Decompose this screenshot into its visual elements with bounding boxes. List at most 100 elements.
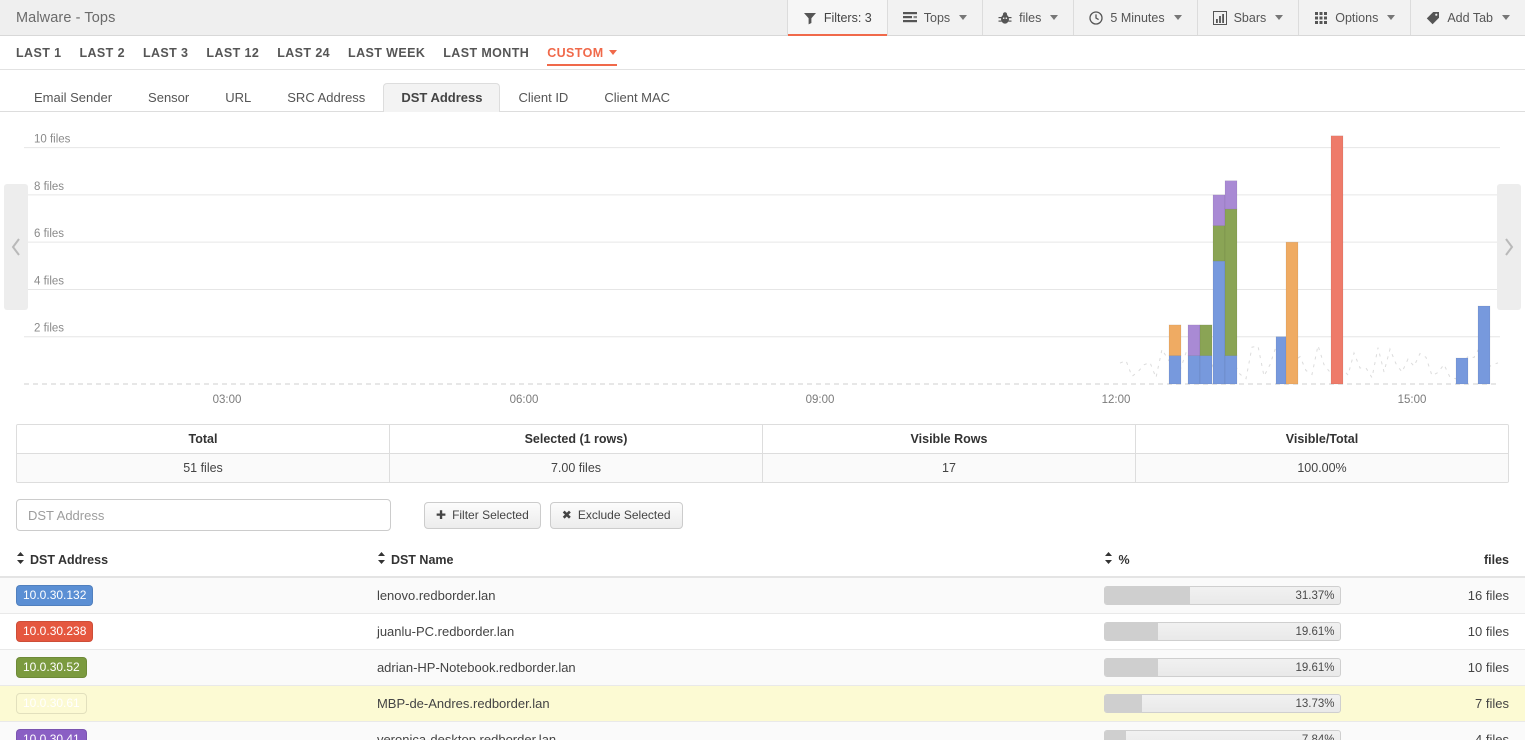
filter-selected-button[interactable]: ✚ Filter Selected [424, 501, 541, 529]
cell-dst-address: 10.0.30.238 [0, 613, 377, 650]
filter-icon [803, 11, 817, 25]
range-last-month[interactable]: LAST MONTH [434, 36, 538, 70]
chevron-down-icon [608, 50, 617, 55]
toolbar-tops-label: Tops [923, 10, 951, 25]
tab-dst-address[interactable]: DST Address [383, 83, 501, 112]
range-last-12[interactable]: LAST 12 [197, 36, 268, 70]
cell-dst-name: adrian-HP-Notebook.redborder.lan [376, 649, 1105, 686]
cell-dst-address: 10.0.30.132 [0, 577, 377, 614]
filter-button-group: ✚ Filter Selected ✖ Exclude Selected [424, 501, 683, 529]
cell-percent: 31.37% [1104, 577, 1384, 614]
range-label: LAST MONTH [443, 45, 530, 60]
tab-client-id[interactable]: Client ID [500, 83, 586, 112]
col-header-files[interactable]: files [1383, 547, 1525, 578]
toolbar-sbars-label: Sbars [1233, 10, 1267, 25]
address-badge[interactable]: 10.0.30.132 [16, 585, 94, 606]
col-header-dst-name[interactable]: DST Name [376, 547, 1105, 578]
cell-dst-name: juanlu-PC.redborder.lan [376, 613, 1105, 650]
toolbar-options-button[interactable]: Options [1298, 0, 1411, 35]
table-row[interactable]: 10.0.30.132 lenovo.redborder.lan 31.37% 16 … [0, 577, 1525, 614]
stat-selected-label: Selected (1 rows) [390, 425, 762, 454]
stat-visible-rows: Visible Rows 17 [762, 425, 1135, 482]
col-header-label: files [1483, 552, 1509, 567]
stat-selected-value: 7.00 files [390, 454, 762, 482]
tab-src-address[interactable]: SRC Address [269, 83, 383, 112]
toolbar-interval-button[interactable]: 5 Minutes [1073, 0, 1197, 35]
chevron-down-icon [1173, 15, 1182, 20]
sort-icon [16, 552, 25, 567]
sort-icon [1104, 552, 1113, 567]
chart-canvas: 2 files 4 files 6 files 8 files 10 files 03:0… [24, 134, 1500, 406]
address-badge[interactable]: 10.0.30.41 [16, 729, 87, 740]
tab-label: SRC Address [287, 90, 366, 105]
address-badge[interactable]: 10.0.30.238 [16, 621, 94, 642]
percent-bar: 13.73% [1104, 694, 1342, 713]
chart-next-button[interactable] [1497, 184, 1521, 310]
cell-files: 10 files [1383, 649, 1525, 686]
search-input[interactable] [16, 499, 391, 531]
time-range-selector: LAST 1 LAST 2 LAST 3 LAST 12 LAST 24 LAS… [0, 36, 1525, 70]
toolbar-files-button[interactable]: files [982, 0, 1074, 35]
chevron-down-icon [959, 15, 968, 20]
col-header-label: DST Address [30, 553, 109, 567]
toolbar-filters-button[interactable]: Filters: 3 [786, 0, 887, 36]
range-custom[interactable]: CUSTOM [538, 36, 625, 70]
chevron-down-icon [1275, 15, 1284, 20]
tab-label: Email Sender [34, 90, 113, 105]
cell-dst-name: lenovo.redborder.lan [376, 577, 1105, 614]
table-row[interactable]: 10.0.30.41 veronica-desktop.redborder.lan… [0, 721, 1525, 740]
cell-percent: 19.61% [1104, 613, 1384, 650]
sort-icon [377, 552, 386, 567]
range-last-1[interactable]: LAST 1 [16, 36, 70, 70]
tab-sensor[interactable]: Sensor [130, 83, 207, 112]
entity-tabs: Email Sender Sensor URL SRC Address DST … [0, 70, 1525, 112]
toolbar-add-tab-label: Add Tab [1447, 10, 1493, 25]
toolbar-button-group: Filters: 3 Tops files 5 Minutes Sbars Op… [786, 0, 1525, 36]
range-label: LAST 3 [142, 45, 189, 60]
address-badge[interactable]: 10.0.30.52 [16, 657, 87, 678]
stat-visible-total-label: Visible/Total [1136, 425, 1508, 454]
stat-selected: Selected (1 rows) 7.00 files [389, 425, 762, 482]
tab-url[interactable]: URL [207, 83, 269, 112]
tab-client-mac[interactable]: Client MAC [586, 83, 688, 112]
cell-dst-address: 10.0.30.52 [0, 649, 377, 686]
cell-percent: 13.73% [1104, 685, 1384, 722]
range-label: LAST 2 [79, 45, 125, 60]
range-last-3[interactable]: LAST 3 [134, 36, 197, 70]
percent-bar-fill [1105, 659, 1158, 676]
tab-label: DST Address [401, 90, 483, 105]
range-last-2[interactable]: LAST 2 [70, 36, 133, 70]
col-header-percent[interactable]: % [1104, 547, 1384, 578]
svg-text:06:00: 06:00 [510, 394, 539, 406]
svg-text:15:00: 15:00 [1398, 394, 1427, 406]
toolbar-sbars-button[interactable]: Sbars [1196, 0, 1299, 35]
timeline-chart[interactable]: 2 files 4 files 6 files 8 files 10 files 03:0… [0, 112, 1525, 408]
percent-bar: 19.61% [1104, 622, 1342, 641]
table-header: DST Address DST Name % files [0, 547, 1525, 578]
range-label: LAST 24 [277, 45, 331, 60]
col-header-label: % [1118, 553, 1130, 567]
table-row[interactable]: 10.0.30.52 adrian-HP-Notebook.redborder.l… [0, 649, 1525, 686]
col-header-dst-address[interactable]: DST Address [0, 547, 377, 578]
table-row[interactable]: 10.0.30.61 MBP-de-Andres.redborder.lan 13.… [0, 685, 1525, 722]
svg-text:8 files: 8 files [34, 181, 64, 193]
percent-label: 31.37% [1295, 589, 1335, 602]
toolbar-tops-button[interactable]: Tops [886, 0, 983, 35]
stat-total-label: Total [17, 425, 389, 454]
toolbar-add-tab-button[interactable]: Add Tab [1410, 0, 1525, 35]
grid-icon [1314, 11, 1328, 25]
cross-icon: ✖ [561, 508, 572, 522]
chart-prev-button[interactable] [4, 184, 28, 310]
tab-email-sender[interactable]: Email Sender [16, 83, 130, 112]
percent-bar: 19.61% [1104, 658, 1342, 677]
table-row[interactable]: 10.0.30.238 juanlu-PC.redborder.lan 19.61%… [0, 613, 1525, 650]
table-header-row: DST Address DST Name % files [0, 547, 1525, 578]
chevron-down-icon [1050, 15, 1059, 20]
percent-label: 19.61% [1295, 625, 1335, 638]
range-last-24[interactable]: LAST 24 [268, 36, 339, 70]
percent-label: 19.61% [1295, 661, 1335, 674]
range-last-week[interactable]: LAST WEEK [339, 36, 434, 70]
exclude-selected-button[interactable]: ✖ Exclude Selected [549, 501, 683, 529]
address-badge[interactable]: 10.0.30.61 [16, 693, 87, 714]
toolbar-options-label: Options [1335, 10, 1379, 25]
